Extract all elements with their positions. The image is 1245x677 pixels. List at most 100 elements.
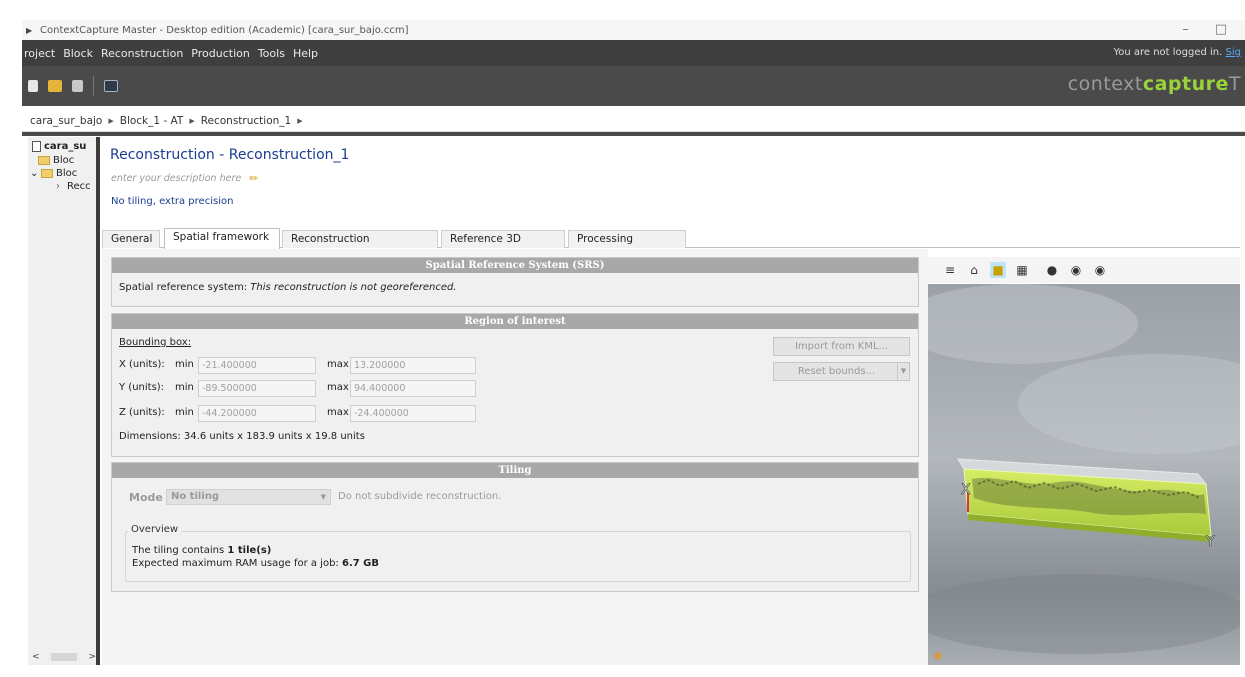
menu-tools[interactable]: Tools [254,47,289,60]
menu-block[interactable]: Block [59,47,97,60]
camera-small-icon[interactable]: ● [1044,262,1060,278]
cloud [928,574,1240,654]
overview-label: Overview [128,524,182,535]
menu-reconstruction[interactable]: Reconstruction [97,47,187,60]
description-placeholder[interactable]: enter your description here [111,173,241,184]
srs-value: This reconstruction is not georeferenced… [250,282,457,293]
new-document-icon[interactable] [28,80,38,92]
tree-item-label: Recc [67,181,91,192]
logo-text-suffix: T [1228,73,1241,95]
y-max-input[interactable]: 94.400000 [350,380,476,397]
tiling-section: Tiling Mode No tiling ▼ Do not subdivide… [111,462,919,592]
breadcrumb-arrow-icon: ▶ [108,116,114,125]
tree-item-block-2[interactable]: ⌄ Bloc [30,168,77,179]
tile-count-text: The tiling contains 1 tile(s) [132,545,271,556]
tiling-section-header: Tiling [112,463,918,478]
monitor-icon[interactable] [104,80,118,92]
main-toolbar: contextcaptureT [22,66,1245,106]
scroll-left-arrow[interactable]: < [32,652,40,662]
tab-reconstruction-constraints[interactable]: Reconstruction constraints [282,230,438,262]
z-min-input[interactable]: -44.200000 [198,405,316,422]
sign-in-link[interactable]: Sig [1226,47,1241,58]
bounding-box-label: Bounding box: [119,337,192,348]
tree-item-project[interactable]: cara_su [32,141,86,152]
pencil-icon[interactable]: ✏ [249,172,258,185]
breadcrumb-arrow-icon: ▶ [189,116,195,125]
import-from-kml-button[interactable]: Import from KML... [773,337,910,356]
breadcrumb-reconstruction[interactable]: Reconstruction_1 [201,115,292,127]
tile-count-value: 1 tile(s) [227,545,272,556]
layers-icon[interactable]: ≡ [942,262,958,278]
x-max-label: max [327,359,349,370]
roi-section-header: Region of interest [112,314,918,329]
description-field[interactable]: enter your description here ✏ [111,172,258,185]
ram-usage-value: 6.7 GB [341,558,380,569]
reset-bounds-button[interactable]: Reset bounds... ▼ [773,362,910,381]
spatial-framework-panel: Spatial Reference System (SRS) Spatial r… [102,249,928,665]
tree-item-reconstruction[interactable]: › Recc [56,181,91,192]
expand-chevron-icon[interactable]: ⌄ [30,168,38,179]
srs-row: Spatial reference system: This reconstru… [119,282,457,293]
y-max-label: max [327,382,349,393]
menu-project[interactable]: roject [22,47,59,60]
tab-general[interactable]: General [102,230,160,248]
folder-icon [38,156,50,165]
minimize-button[interactable]: – [1182,22,1189,37]
window-titlebar: ▶ ContextCapture Master - Desktop editio… [22,20,1245,40]
scroll-right-arrow[interactable]: > [88,652,96,662]
chevron-right-icon[interactable]: › [56,181,64,192]
menu-production[interactable]: Production [187,47,254,60]
open-folder-icon[interactable] [48,80,62,92]
tree-item-label: Bloc [56,168,78,179]
axis-y-label: Y [1205,534,1215,550]
ram-usage-text: Expected maximum RAM usage for a job: 6.… [132,558,379,569]
y-min-input[interactable]: -89.500000 [198,380,316,397]
srs-section: Spatial Reference System (SRS) Spatial r… [111,257,919,307]
contextcapture-logo: contextcaptureT [1068,73,1241,95]
chevron-down-icon[interactable]: ▼ [897,363,909,380]
tree-item-label: Bloc [53,155,75,166]
logo-text-context: context [1067,73,1143,95]
z-max-input[interactable]: -24.400000 [350,405,476,422]
3d-scene[interactable]: X Y [928,284,1240,665]
camera-icon[interactable]: ◉ [1068,262,1084,278]
viewer-toolbar: ≡ ⌂ ■ ▦ ● ◉ ◉ [928,257,1240,283]
tab-reference-3d-model[interactable]: Reference 3D model [441,230,565,262]
x-max-input[interactable]: 13.200000 [350,357,476,374]
x-units-label: X (units): [119,359,165,370]
login-status: You are not logged in. Sig [1113,47,1241,58]
3d-viewer[interactable]: X Y [928,284,1240,665]
home-icon[interactable]: ⌂ [966,262,982,278]
ram-usage-prefix: Expected maximum RAM usage for a job: [132,558,339,569]
tree-item-block-1[interactable]: Bloc [38,155,74,166]
x-min-input[interactable]: -21.400000 [198,357,316,374]
breadcrumb-block[interactable]: Block_1 - AT [120,115,184,127]
breadcrumb-divider [22,132,1245,136]
breadcrumb-arrow-icon[interactable]: ▶ [297,117,302,125]
axis-x-label: X [961,482,971,498]
breadcrumb-project[interactable]: cara_sur_bajo [30,115,102,127]
grid-icon[interactable]: ▦ [1014,262,1030,278]
tab-processing-settings[interactable]: Processing settings [568,230,686,262]
toolbar-divider [93,76,94,96]
tab-bar: General Spatial framework Reconstruction… [102,228,1240,262]
project-file-icon [32,141,41,152]
mode-label: Mode [129,491,163,504]
overview-group [125,531,911,582]
tiling-mode-select[interactable]: No tiling ▼ [166,489,331,505]
menu-help[interactable]: Help [289,47,322,60]
box-icon[interactable]: ■ [990,262,1006,278]
window-title: ContextCapture Master - Desktop edition … [40,24,409,36]
compass-icon[interactable] [934,652,942,660]
tree-horizontal-scrollbar[interactable]: < > [32,651,96,663]
tiling-summary: No tiling, extra precision [111,196,234,207]
restore-button[interactable]: □ [1215,22,1227,37]
save-icon[interactable] [72,80,83,92]
cube-icon[interactable]: ◉ [1092,262,1108,278]
scroll-thumb[interactable] [51,653,77,661]
tile-count-prefix: The tiling contains [132,545,225,556]
page-title: Reconstruction - Reconstruction_1 [110,147,350,163]
region-of-interest-section: Region of interest Bounding box: X (unit… [111,313,919,457]
tab-spatial-framework[interactable]: Spatial framework [164,228,280,249]
z-min-label: min [175,407,194,418]
